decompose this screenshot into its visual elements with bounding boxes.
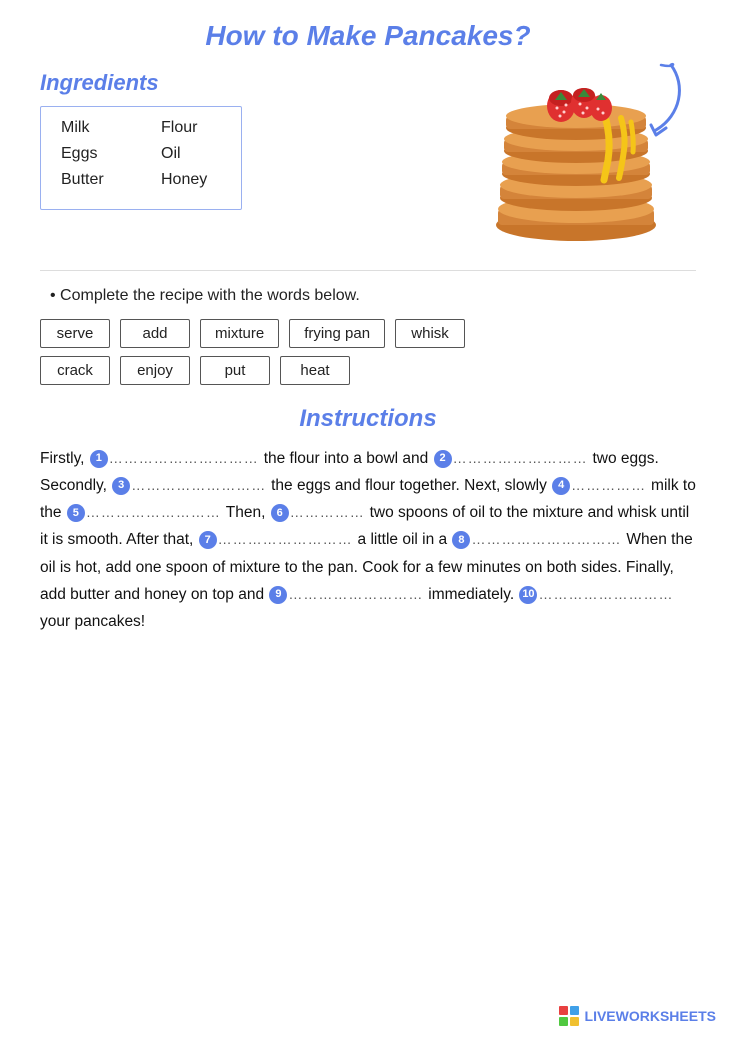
word-enjoy[interactable]: enjoy [120,356,190,385]
ingredients-box: Milk Flour Eggs Oil Butter Honey [40,106,242,210]
ingredients-title: Ingredients [40,70,436,96]
instr-p11: your pancakes! [40,613,145,630]
bullet-instruction: • Complete the recipe with the words bel… [50,287,696,305]
ingredient-row-2: Eggs Oil [61,145,221,163]
instructions-section: Instructions Firstly, 1………………………… the fl… [40,405,696,635]
blank-5: ……………………… [86,504,226,520]
word-add[interactable]: add [120,319,190,348]
badge-6: 6 [271,504,289,522]
blank-9: ……………………… [288,586,428,602]
lw-sq-2 [570,1006,579,1015]
blank-1: ………………………… [109,450,264,466]
ingredient-oil: Oil [161,145,221,163]
word-whisk[interactable]: whisk [395,319,465,348]
badge-1: 1 [90,450,108,468]
blank-8: ………………………… [471,531,626,547]
lw-sq-3 [559,1017,568,1026]
blank-7: ……………………… [218,531,358,547]
badge-3: 3 [112,477,130,495]
badge-5: 5 [67,504,85,522]
ingredient-milk: Milk [61,119,121,137]
blank-2: ……………………… [453,450,593,466]
blank-3: ……………………… [131,477,271,493]
badge-4: 4 [552,477,570,495]
ingredient-butter: Butter [61,171,121,189]
page-title: How to Make Pancakes? [40,20,696,52]
word-put[interactable]: put [200,356,270,385]
lw-sq-4 [570,1017,579,1026]
badge-9: 9 [269,586,287,604]
word-heat[interactable]: heat [280,356,350,385]
words-row-2: crack enjoy put heat [40,356,696,385]
ingredient-flour: Flour [161,119,221,137]
ingredient-row-3: Butter Honey [61,171,221,189]
blank-10: ……………………… [538,586,673,602]
instr-p2: the flour into a bowl and [264,450,433,467]
arrow-decoration-icon [616,60,686,140]
lw-squares-icon [559,1006,579,1026]
divider-1 [40,270,696,271]
badge-10: 10 [519,586,537,604]
blank-4: …………… [571,477,651,493]
instr-p10: immediately. [428,586,518,603]
liveworksheets-text: LIVEWORKSHEETS [585,1008,716,1024]
instructions-body: Firstly, 1………………………… the flour into a bo… [40,445,696,635]
word-crack[interactable]: crack [40,356,110,385]
pancake-image-container [456,70,696,250]
badge-2: 2 [434,450,452,468]
lw-logo-mark [559,1006,579,1026]
instr-p4: the eggs and flour together. Next, slowl… [271,477,551,494]
badge-7: 7 [199,531,217,549]
word-mixture[interactable]: mixture [200,319,279,348]
instr-p8: a little oil in a [358,531,452,548]
blank-6: …………… [290,504,370,520]
ingredient-eggs: Eggs [61,145,121,163]
ingredients-section: Ingredients Milk Flour Eggs Oil Butter H… [40,70,696,250]
word-serve[interactable]: serve [40,319,110,348]
ingredients-left: Ingredients Milk Flour Eggs Oil Butter H… [40,70,436,210]
liveworksheets-logo: LIVEWORKSHEETS [559,1006,716,1026]
lw-sq-1 [559,1006,568,1015]
word-frying-pan[interactable]: frying pan [289,319,385,348]
instructions-title: Instructions [40,405,696,433]
ingredient-row-1: Milk Flour [61,119,221,137]
badge-8: 8 [452,531,470,549]
words-row-1: serve add mixture frying pan whisk [40,319,696,348]
ingredient-honey: Honey [161,171,221,189]
instr-p1: Firstly, [40,450,89,467]
instr-p6: Then, [226,504,270,521]
